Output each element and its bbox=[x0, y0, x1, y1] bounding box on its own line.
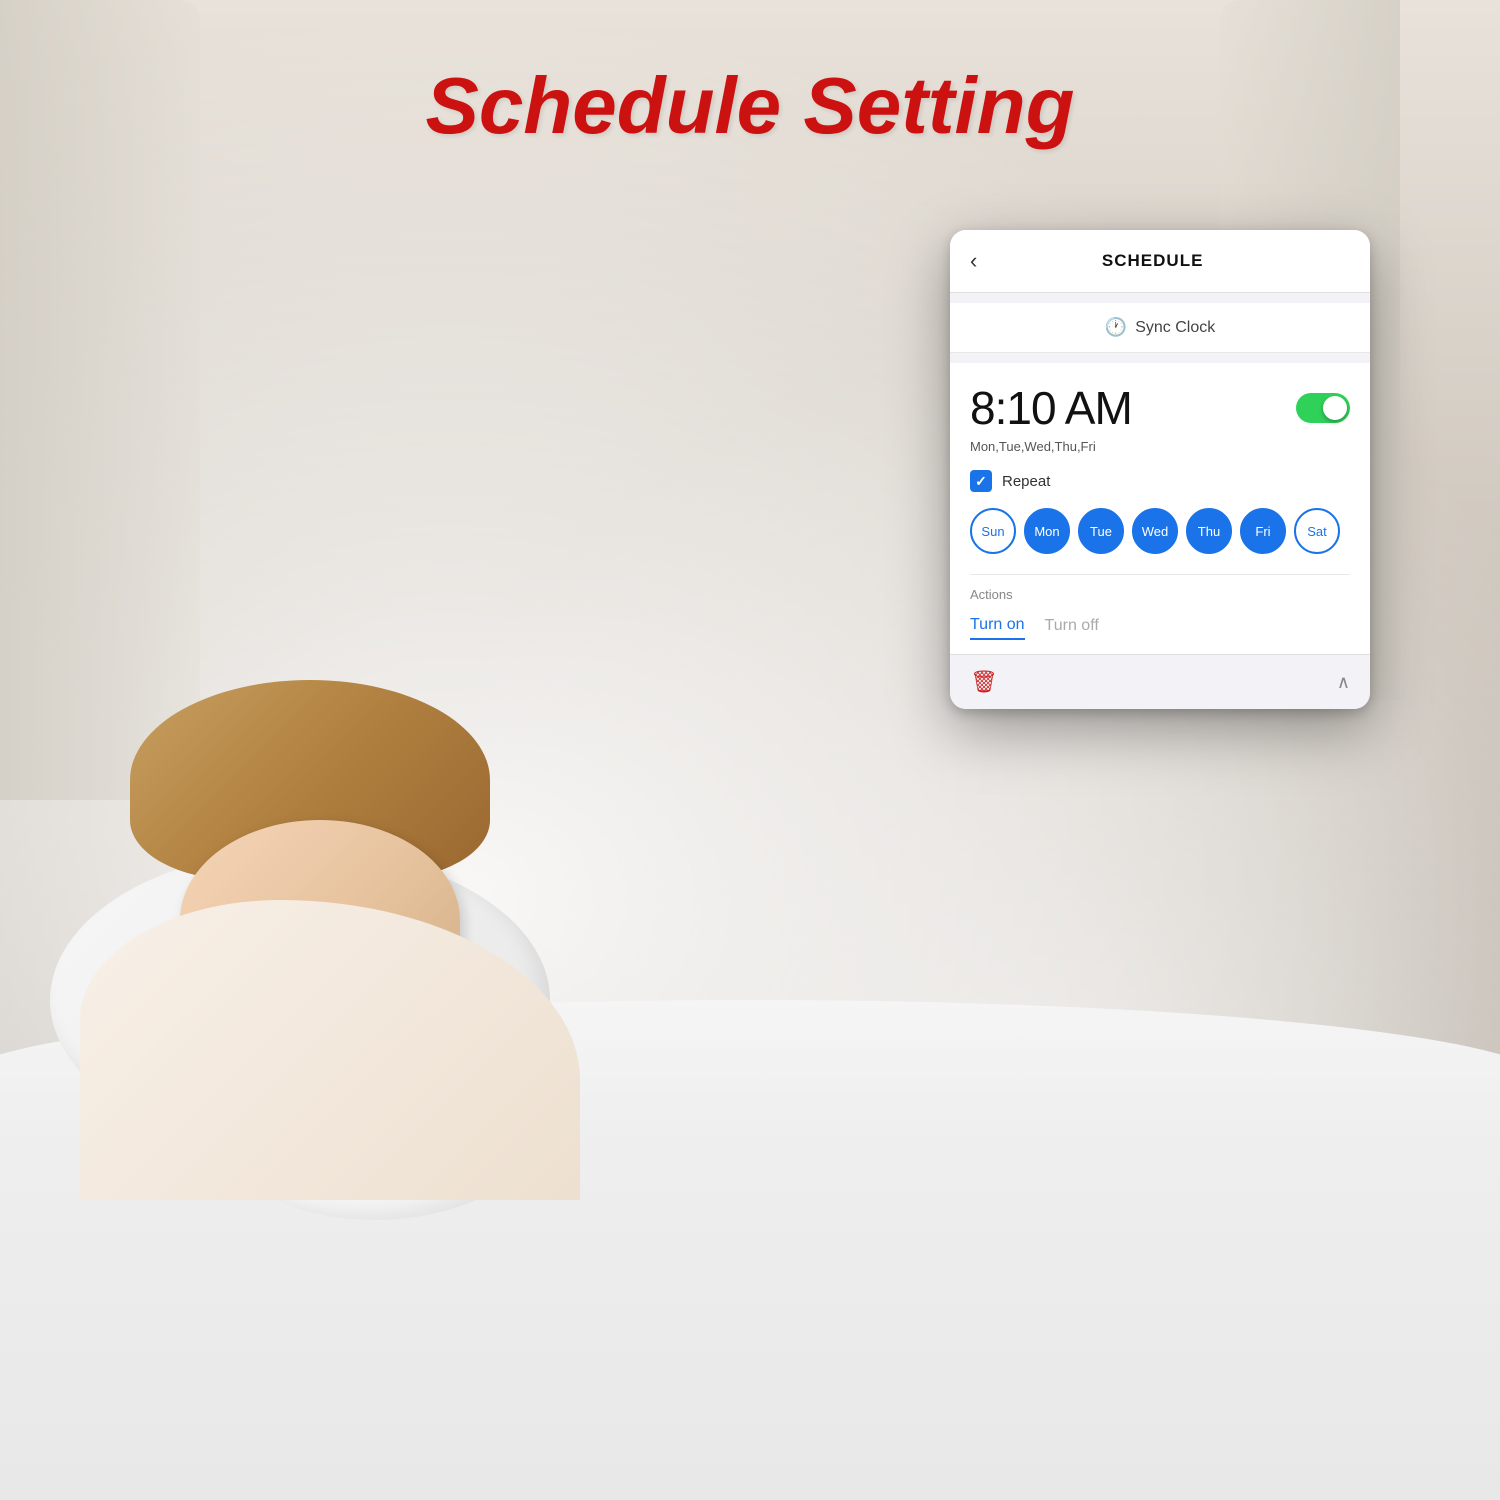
repeat-row[interactable]: ✓ Repeat bbox=[970, 470, 1350, 492]
repeat-checkbox[interactable]: ✓ bbox=[970, 470, 992, 492]
actions-section: Actions Turn on Turn off bbox=[970, 574, 1350, 640]
screen-title: SCHEDULE bbox=[987, 251, 1318, 271]
sync-clock-label: Sync Clock bbox=[1135, 319, 1215, 337]
days-summary: Mon,Tue,Wed,Thu,Fri bbox=[970, 439, 1350, 454]
time-row: 8:10 AM bbox=[970, 381, 1350, 435]
repeat-label: Repeat bbox=[1002, 473, 1050, 490]
sync-clock-icon: 🕐 bbox=[1105, 317, 1127, 338]
toggle-switch[interactable] bbox=[1296, 393, 1350, 423]
phone-card: ‹ SCHEDULE 🕐 Sync Clock 8:10 AM Mon,Tue,… bbox=[950, 230, 1370, 709]
schedule-item: 8:10 AM Mon,Tue,Wed,Thu,Fri ✓ Repeat Sun… bbox=[950, 363, 1370, 654]
sync-clock-row[interactable]: 🕐 Sync Clock bbox=[950, 303, 1370, 353]
day-circle-sat[interactable]: Sat bbox=[1294, 508, 1340, 554]
back-button[interactable]: ‹ bbox=[970, 248, 977, 274]
days-row: SunMonTueWedThuFriSat bbox=[970, 508, 1350, 554]
day-circle-fri[interactable]: Fri bbox=[1240, 508, 1286, 554]
action-buttons-row: Turn on Turn off bbox=[970, 612, 1350, 640]
turn-off-button[interactable]: Turn off bbox=[1045, 613, 1099, 639]
day-circle-tue[interactable]: Tue bbox=[1078, 508, 1124, 554]
page-title: Schedule Setting bbox=[0, 60, 1500, 152]
day-circle-thu[interactable]: Thu bbox=[1186, 508, 1232, 554]
phone-header: ‹ SCHEDULE bbox=[950, 230, 1370, 293]
time-display[interactable]: 8:10 AM bbox=[970, 381, 1132, 435]
day-circle-mon[interactable]: Mon bbox=[1024, 508, 1070, 554]
collapse-button[interactable]: ∧ bbox=[1337, 672, 1350, 693]
day-circle-wed[interactable]: Wed bbox=[1132, 508, 1178, 554]
checkmark-icon: ✓ bbox=[975, 473, 987, 490]
day-circle-sun[interactable]: Sun bbox=[970, 508, 1016, 554]
delete-button[interactable]: 🗑 bbox=[970, 669, 998, 695]
turn-on-button[interactable]: Turn on bbox=[970, 612, 1025, 640]
actions-label: Actions bbox=[970, 587, 1350, 602]
toggle-knob bbox=[1323, 396, 1347, 420]
bottom-bar: 🗑 ∧ bbox=[950, 654, 1370, 709]
